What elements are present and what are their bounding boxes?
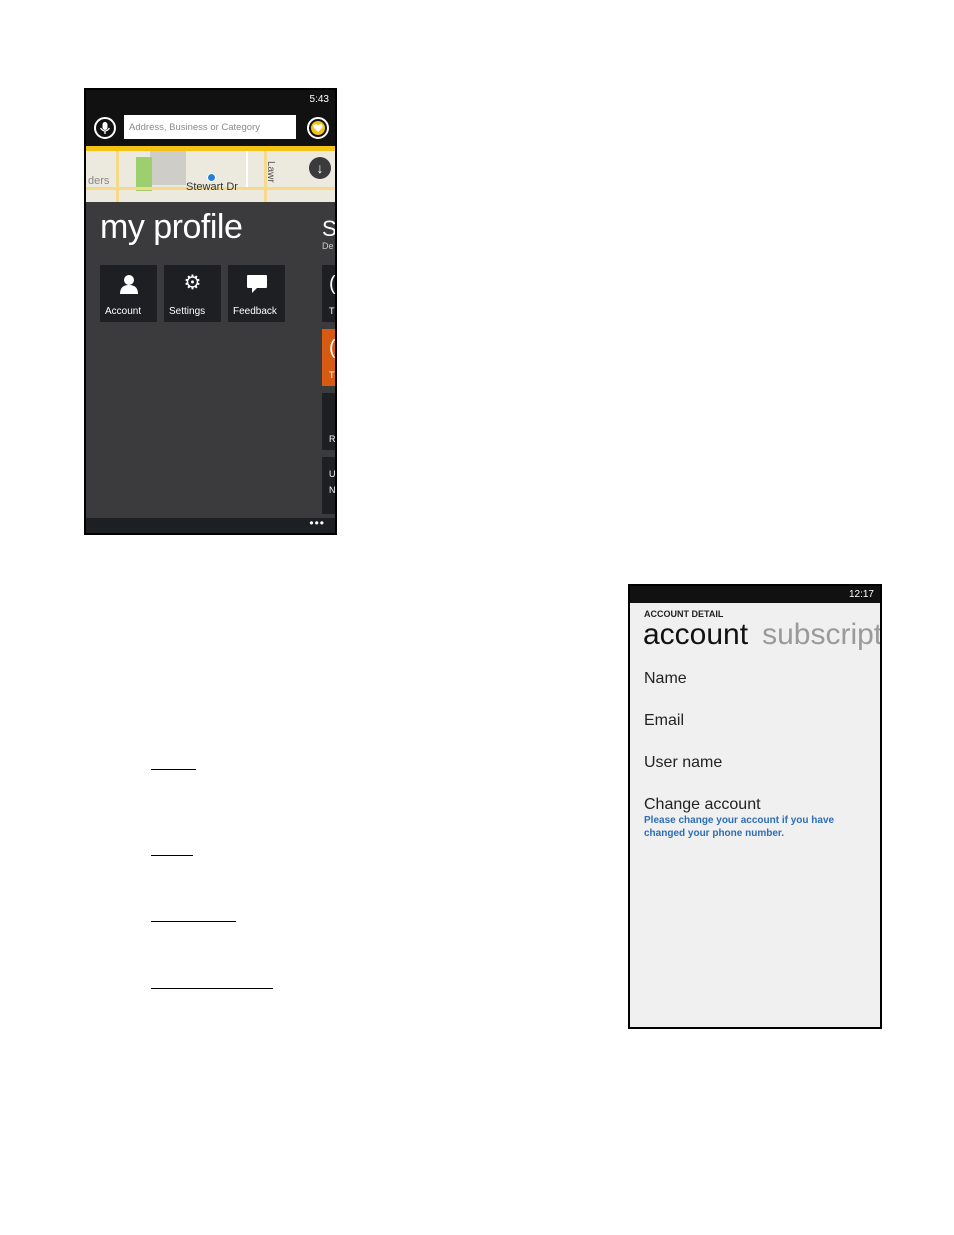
account-detail-screen: 12:17 ACCOUNT DETAIL account subscript Na… <box>628 584 882 1029</box>
pivot-header: account subscript <box>643 618 880 652</box>
settings-tile[interactable]: ⚙ Settings <box>164 265 221 322</box>
next-pivot-title: S <box>322 216 337 241</box>
microphone-button[interactable] <box>94 117 116 139</box>
park-area <box>136 157 152 191</box>
email-field[interactable]: Email <box>644 712 684 730</box>
map-view[interactable]: Stewart Dr ders Lawr ↓ <box>86 151 335 202</box>
account-tile-label: Account <box>105 306 142 317</box>
map-area-label: ders <box>88 175 110 187</box>
gear-icon: ⚙ <box>183 272 202 294</box>
microphone-icon <box>99 122 111 134</box>
feedback-tile-label: Feedback <box>233 306 277 317</box>
search-input[interactable] <box>124 115 296 139</box>
app-bar: ••• <box>86 516 335 533</box>
favorites-button[interactable] <box>307 117 329 139</box>
more-options-button[interactable]: ••• <box>309 516 325 530</box>
status-time: 5:43 <box>309 94 329 105</box>
blank-line <box>151 855 193 856</box>
tab-subscription[interactable]: subscript <box>762 618 880 651</box>
page-title: my profile <box>100 208 243 246</box>
speech-bubble-icon <box>246 275 267 293</box>
feedback-tile[interactable]: Feedback <box>228 265 285 322</box>
status-bar: 5:43 <box>86 90 335 109</box>
heart-icon <box>313 124 323 132</box>
peek-tile[interactable]: R <box>322 393 335 450</box>
person-icon <box>119 275 138 294</box>
blank-line <box>151 921 236 922</box>
blank-line <box>151 988 273 989</box>
peek-tile[interactable]: ( T <box>322 329 335 386</box>
change-account-note: Please change your account if you have c… <box>644 815 835 839</box>
account-tile[interactable]: Account <box>100 265 157 322</box>
username-field[interactable]: User name <box>644 754 722 772</box>
tab-account[interactable]: account <box>643 618 748 651</box>
blank-line <box>151 769 196 770</box>
status-time: 12:17 <box>848 589 874 600</box>
arrow-down-icon: ↓ <box>316 160 324 176</box>
change-account-link[interactable]: Change account <box>644 796 761 814</box>
peek-tile[interactable]: U N <box>322 457 335 514</box>
status-bar: 12:17 <box>630 586 880 603</box>
search-bar <box>86 109 335 146</box>
next-pivot-subtitle: De <box>322 241 334 251</box>
profile-screen: 5:43 Stewart Dr ders Lawr ↓ <box>84 88 337 535</box>
peek-tile[interactable]: ( T <box>322 265 335 322</box>
map-road-label: Lawr <box>265 161 276 183</box>
map-street-label: Stewart Dr <box>186 181 238 193</box>
settings-tile-label: Settings <box>169 306 206 317</box>
download-button[interactable]: ↓ <box>309 157 331 179</box>
name-field[interactable]: Name <box>644 670 687 688</box>
